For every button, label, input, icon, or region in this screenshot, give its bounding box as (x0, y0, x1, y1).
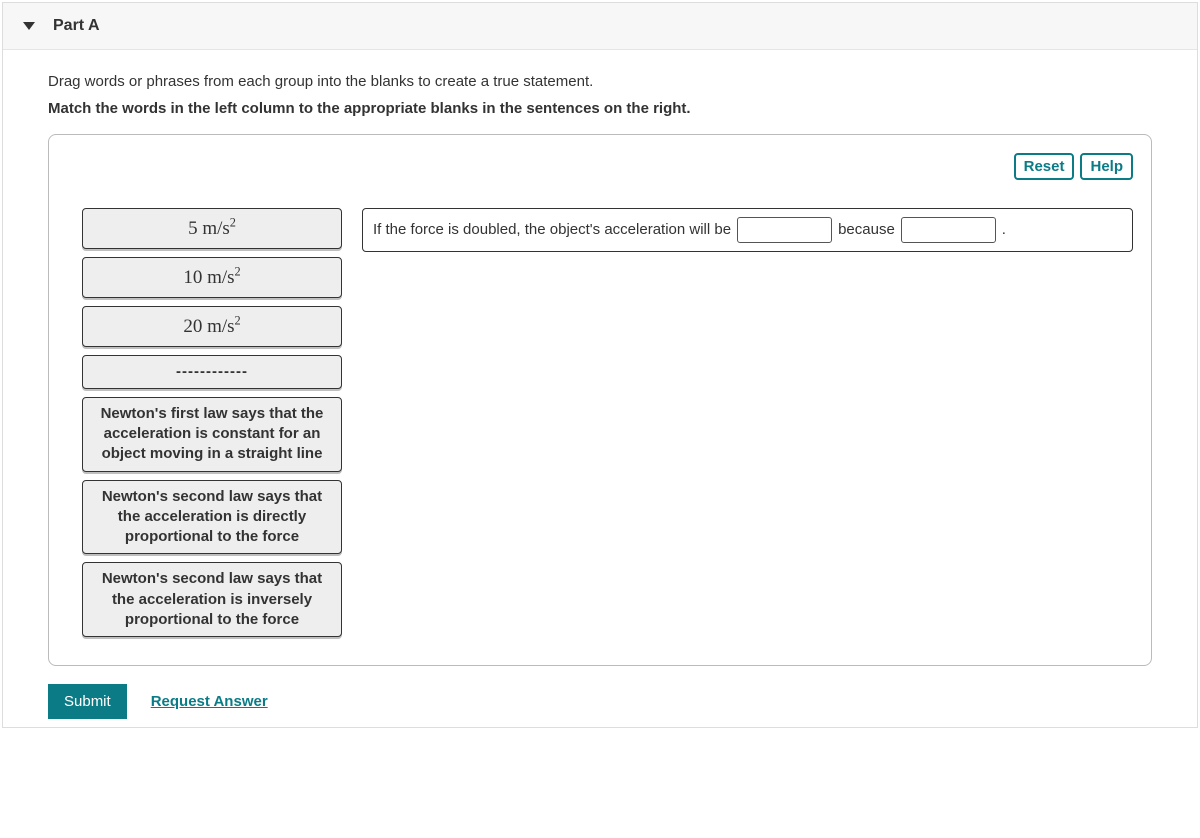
choice-divider[interactable]: ------------ (82, 355, 342, 389)
caret-down-icon (23, 22, 35, 30)
part-container: Part A Drag words or phrases from each g… (2, 2, 1198, 728)
drop-target-1[interactable] (737, 217, 832, 243)
request-answer-link[interactable]: Request Answer (151, 693, 268, 710)
choice-10ms2[interactable]: 10 m/s2 (82, 257, 342, 298)
choices-column: 5 m/s2 10 m/s2 20 m/s2 ------------ Newt… (67, 208, 342, 637)
sentence-box: If the force is doubled, the object's ac… (362, 208, 1133, 252)
part-title: Part A (53, 17, 100, 35)
footer: Submit Request Answer (3, 666, 1197, 727)
choice-newton-second-direct[interactable]: Newton's second law says that the accele… (82, 480, 342, 555)
choice-newton-first[interactable]: Newton's first law says that the acceler… (82, 397, 342, 472)
work-area: Reset Help 5 m/s2 10 m/s2 20 m/s2 ------… (48, 134, 1152, 666)
choice-20ms2[interactable]: 20 m/s2 (82, 306, 342, 347)
choice-5ms2[interactable]: 5 m/s2 (82, 208, 342, 249)
toolbar: Reset Help (67, 153, 1133, 180)
part-header[interactable]: Part A (3, 3, 1197, 50)
submit-button[interactable]: Submit (48, 684, 127, 719)
choice-newton-second-inverse[interactable]: Newton's second law says that the accele… (82, 562, 342, 637)
help-button[interactable]: Help (1080, 153, 1133, 180)
drop-target-2[interactable] (901, 217, 996, 243)
reset-button[interactable]: Reset (1014, 153, 1075, 180)
columns: 5 m/s2 10 m/s2 20 m/s2 ------------ Newt… (67, 208, 1133, 637)
sentence-part-3: . (1002, 218, 1006, 242)
instruction-line-1: Drag words or phrases from each group in… (48, 68, 1152, 95)
sentence-part-2: because (838, 218, 895, 242)
instructions: Drag words or phrases from each group in… (3, 50, 1197, 134)
sentence-part-1: If the force is doubled, the object's ac… (373, 218, 731, 242)
instruction-line-2: Match the words in the left column to th… (48, 95, 1152, 122)
